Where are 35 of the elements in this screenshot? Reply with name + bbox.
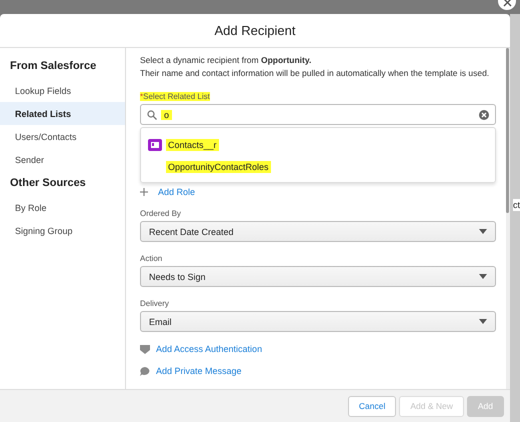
dropdown-caret-icon xyxy=(479,229,487,234)
plus-icon xyxy=(140,188,148,196)
select-field[interactable]: Email xyxy=(140,311,496,332)
chat-bubble-icon xyxy=(140,366,150,376)
field-label: *Select Related List xyxy=(140,92,210,101)
contact-card-icon xyxy=(148,139,162,151)
search-icon xyxy=(147,110,157,120)
field-label: Action xyxy=(140,254,162,263)
sidebar-heading: Other Sources xyxy=(9,176,87,191)
dropdown-caret-icon xyxy=(479,274,487,279)
sidebar-item[interactable]: Signing Group xyxy=(0,219,125,242)
add-role-link[interactable]: Add Role xyxy=(158,187,196,197)
field-label: Ordered By xyxy=(140,209,181,218)
dropdown-option[interactable]: OpportunityContactRoles xyxy=(166,161,271,173)
dropdown-caret-icon xyxy=(479,319,487,324)
add-link[interactable]: Add Private Message xyxy=(156,366,242,376)
dialog-title: Add Recipient xyxy=(214,23,296,38)
sidebar-item[interactable]: Related Lists xyxy=(0,102,125,125)
close-icon xyxy=(502,0,512,6)
select-field[interactable]: Recent Date Created xyxy=(140,221,496,242)
sidebar-item[interactable]: Lookup Fields xyxy=(0,79,125,102)
sidebar-item[interactable]: Users/Contacts xyxy=(0,125,125,148)
footer-button[interactable]: Cancel xyxy=(348,396,396,416)
clear-icon[interactable] xyxy=(479,110,489,120)
shield-icon xyxy=(140,344,150,354)
intro-text: Their name and contact information will be pulled in automatically when the template is used. xyxy=(140,67,490,80)
dropdown-option[interactable]: Contacts__r xyxy=(166,139,219,151)
add-link[interactable]: Add Access Authentication xyxy=(156,344,262,354)
select-field[interactable]: Needs to Sign xyxy=(140,266,496,287)
search-field[interactable]: o xyxy=(140,104,496,125)
sidebar-item[interactable]: By Role xyxy=(0,196,125,219)
sidebar-heading: From Salesforce xyxy=(9,59,98,74)
sidebar-item[interactable]: Sender xyxy=(0,148,125,171)
intro-text: Select a dynamic recipient from Opportunity. xyxy=(140,54,312,67)
field-label: Delivery xyxy=(140,299,169,308)
